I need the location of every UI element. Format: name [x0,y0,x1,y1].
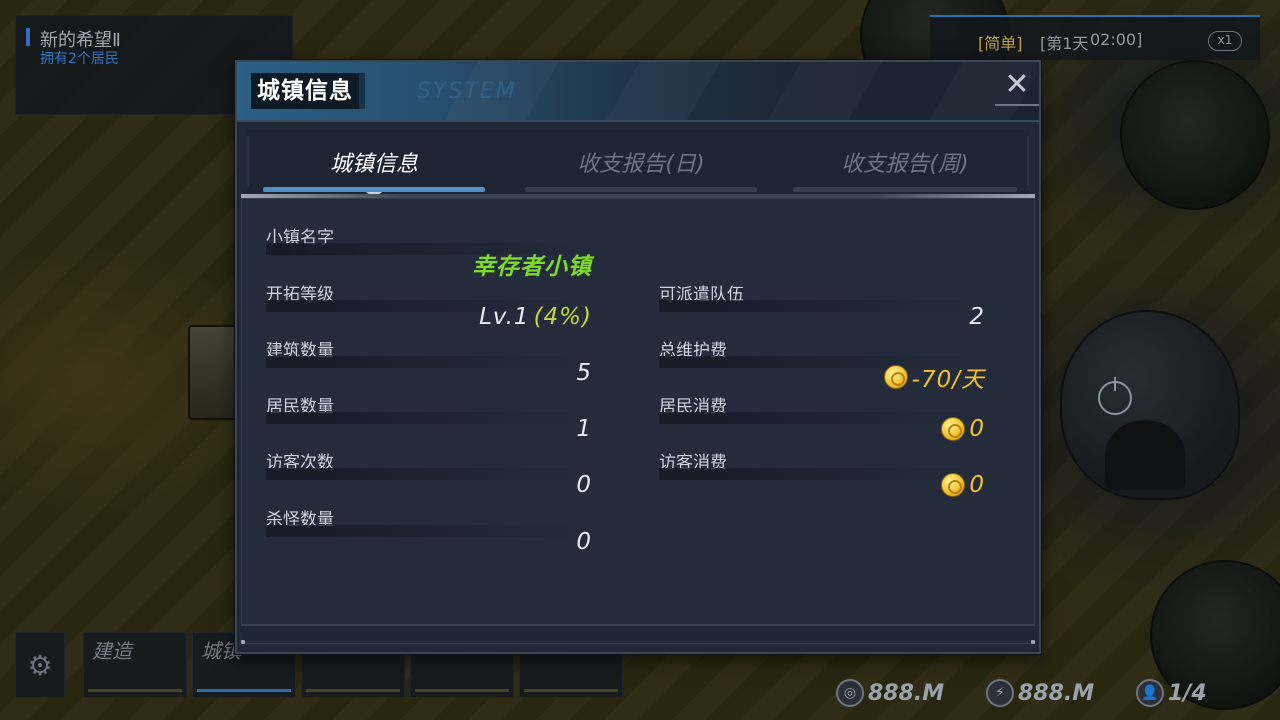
stat-building-count: 建筑数量 5 [266,336,600,392]
level-value: Lv.1 (4%) [479,304,592,330]
tab-daily-report[interactable]: 收支报告(日) [517,130,765,194]
tab-weekly-report[interactable]: 收支报告(周) [785,130,1025,194]
town-info-dialog: 城镇信息 SYSTEM ✕ 城镇信息 收支报告(日) 收支报告(周) 小镇名字 [235,60,1041,654]
stat-visitor-count: 访客次数 0 [266,448,600,504]
dialog-subtitle: SYSTEM [417,79,517,104]
stat-kill-count: 杀怪数量 0 [266,505,600,561]
visitor-spending-value: 0 [941,472,985,498]
gold-resource: ◎ 888.M [836,678,944,708]
population-resource: 👤 1/4 [1136,678,1207,708]
stat-resident-spending: 居民消费 0 [659,392,993,448]
dialog-title-box: 城镇信息 [251,73,365,109]
dispatch-teams-value: 2 [969,304,985,330]
upkeep-amount: -70/天 [911,367,985,393]
level-number: Lv.1 [479,304,530,330]
stat-strip [266,412,600,424]
stat-pioneer-level: 开拓等级 Lv.1 (4%) [266,280,600,336]
close-underline [995,104,1039,106]
population-value: 1/4 [1168,680,1207,706]
town-slot-bar [197,689,291,692]
settings-gear-button[interactable]: ⚙ [15,632,65,698]
visitor-spending-amount: 0 [969,472,985,498]
hud-town-resident-count: 拥有2个居民 [40,51,119,67]
tab-weekly-report-label: 收支报告(周) [841,152,969,177]
tab-bar: 城镇信息 收支报告(日) 收支报告(周) [247,130,1029,198]
tab-separator [247,136,249,186]
building-count-value: 5 [576,360,592,386]
stat-resident-count: 居民数量 1 [266,392,600,448]
close-button[interactable]: ✕ [995,62,1039,106]
town-name-value: 幸存者小镇 [472,254,592,280]
coin-icon: ◎ [836,679,864,707]
gear-icon: ⚙ [27,648,53,682]
panel-corner-dot [1031,640,1035,644]
build-button-label: 建造 [92,639,132,663]
stat-strip [266,468,600,480]
stat-total-upkeep: 总维护费 -70/天 [659,336,993,394]
level-percent: (4%) [533,304,592,330]
toolbar-slot-bar [524,689,618,692]
tab-separator [1027,136,1029,186]
visitor-count-value: 0 [576,472,592,498]
upkeep-value: -70/天 [883,360,985,394]
stat-strip [266,356,600,368]
content-footer [241,624,1035,640]
coin-icon [941,473,966,497]
speed-toggle-button[interactable]: x1 [1208,31,1242,51]
town-info-content: 小镇名字 幸存者小镇 开拓等级 Lv.1 (4%) 建筑数量 5 居民数量 1 访… [241,198,1035,644]
tab-underline [793,187,1017,192]
hud-time-panel: [简单] [第1天 02:00] x1 [930,15,1260,60]
tab-underline [525,187,757,192]
stat-dispatch-teams: 可派遣队伍 2 [659,280,993,336]
coin-icon [941,417,966,441]
resident-spending-amount: 0 [969,416,985,442]
difficulty-label: [简单] [978,34,1023,53]
day-label: [第1天 [1040,34,1089,53]
stat-strip [659,300,993,312]
gold-value: 888.M [868,680,945,706]
loading-circle-icon [1098,377,1132,415]
stat-strip [266,525,600,537]
toolbar-slot-bar [306,689,400,692]
close-icon: ✕ [1004,66,1030,102]
tab-daily-report-label: 收支报告(日) [577,152,705,177]
lightning-icon: ⚡ [986,679,1014,707]
coin-icon [883,365,908,389]
build-slot-bar [88,689,182,692]
tab-town-info-label: 城镇信息 [329,152,418,177]
toolbar-slot-bar [415,689,509,692]
stat-visitor-spending: 访客消费 0 [659,448,993,504]
dialog-header: 城镇信息 SYSTEM ✕ [237,62,1039,122]
tab-town-info[interactable]: 城镇信息 [255,130,493,198]
energy-value: 888.M [1018,680,1095,706]
person-icon: 👤 [1136,679,1164,707]
dialog-title: 城镇信息 [257,78,353,104]
panel-corner-dot [241,640,245,644]
build-button[interactable]: 建造 [83,632,187,698]
resident-count-value: 1 [576,416,592,442]
clock-label: 02:00] [1090,30,1143,49]
stat-town-name: 小镇名字 幸存者小镇 [266,223,600,280]
energy-resource: ⚡ 888.M [986,678,1094,708]
resident-spending-value: 0 [941,416,985,442]
kill-count-value: 0 [576,529,592,555]
tab-active-indicator [263,187,485,198]
